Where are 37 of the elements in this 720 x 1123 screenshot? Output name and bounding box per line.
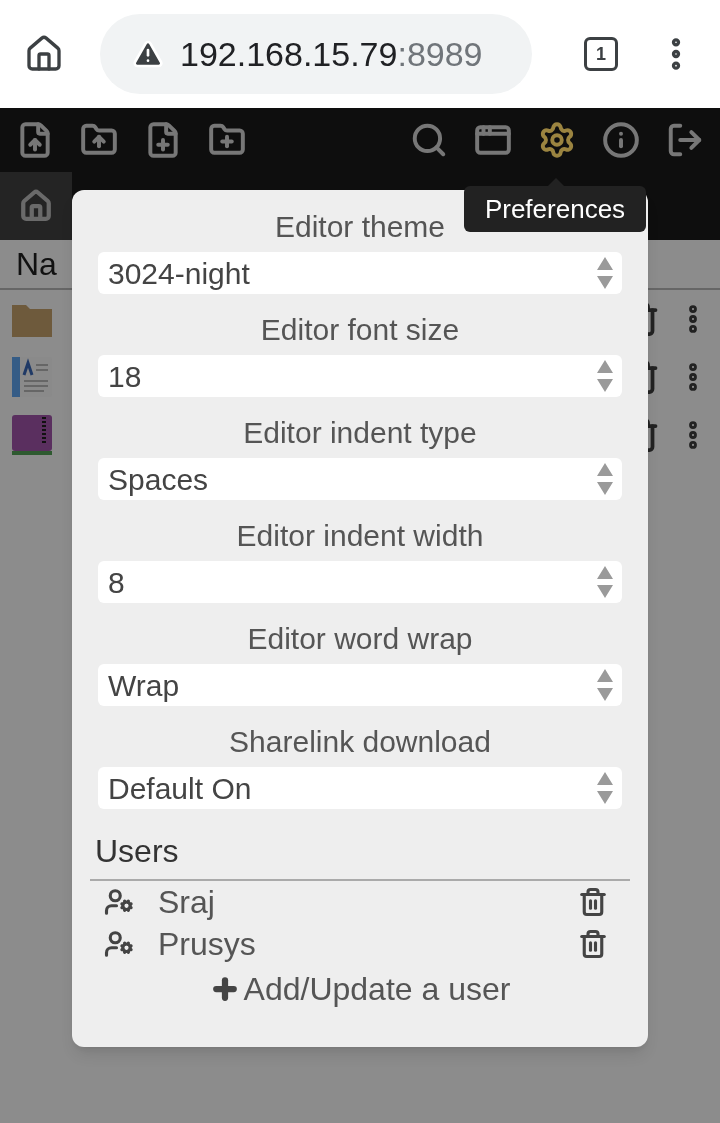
settings-icon[interactable] [538, 121, 576, 159]
select-field[interactable]: Default On [98, 767, 622, 809]
select-field[interactable]: 3024-night [98, 252, 622, 294]
setting-label: Editor indent width [236, 518, 484, 554]
tab-count[interactable]: 1 [584, 37, 618, 71]
spinner-arrows-icon [596, 461, 614, 497]
spinner-arrows-icon [596, 667, 614, 703]
select-field[interactable]: Wrap [98, 664, 622, 706]
setting-label: Editor font size [260, 312, 460, 348]
spinner-arrows-icon [596, 358, 614, 394]
logout-icon[interactable] [666, 121, 704, 159]
info-icon[interactable] [602, 121, 640, 159]
column-heading: Na [16, 245, 57, 284]
trash-icon[interactable] [578, 929, 608, 959]
select-field[interactable]: 18 [98, 355, 622, 397]
address-bar[interactable]: 192.168.15.79:8989 [100, 14, 532, 94]
breadcrumb-home[interactable] [0, 172, 72, 240]
setting-label: Sharelink download [229, 724, 491, 760]
setting-label: Editor indent type [243, 415, 477, 451]
add-user-button[interactable]: Add/Update a user [209, 965, 511, 1013]
setting-label: Editor word wrap [247, 621, 473, 657]
select-field[interactable]: Spaces [98, 458, 622, 500]
home-icon [19, 189, 53, 223]
users-heading: Users [94, 833, 179, 869]
trash-icon[interactable] [578, 887, 608, 917]
select-field[interactable]: 8 [98, 561, 622, 603]
spinner-arrows-icon [596, 770, 614, 806]
spinner-arrows-icon [596, 255, 614, 291]
home-icon[interactable] [24, 34, 64, 74]
search-icon[interactable] [410, 121, 448, 159]
user-settings-icon [104, 887, 134, 917]
user-settings-icon [104, 929, 134, 959]
setting-label: Editor theme [274, 209, 446, 245]
spinner-arrows-icon [596, 564, 614, 600]
url-text: 192.168.15.79:8989 [180, 33, 483, 75]
archive-icon [10, 413, 54, 457]
warning-icon [132, 38, 164, 70]
